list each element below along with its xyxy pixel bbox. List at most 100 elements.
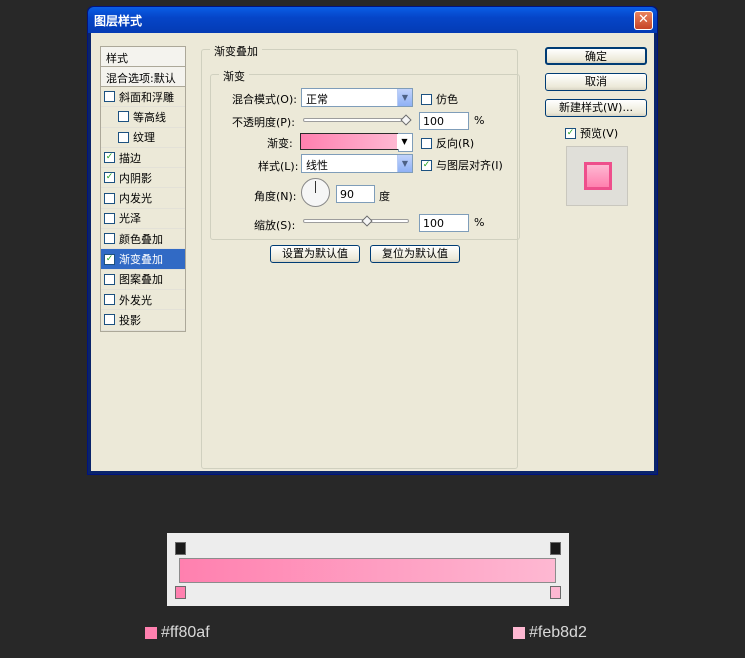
opacity-label: 不透明度(P): [232, 116, 295, 129]
angle-label: 角度(N): [254, 190, 297, 203]
checkbox-icon[interactable] [118, 111, 129, 123]
style-item[interactable]: ✓ 内阴影 [101, 168, 185, 189]
blend-options-item[interactable]: 混合选项:默认 [101, 67, 185, 87]
style-item-label: 描边 [119, 151, 141, 165]
style-item-label: 渐变叠加 [119, 253, 163, 267]
reverse-label: 反向(R) [436, 137, 475, 150]
style-item-label: 内发光 [119, 192, 152, 206]
scale-percent: % [474, 216, 485, 229]
blend-mode-value: 正常 [306, 93, 328, 106]
style-item-label: 斜面和浮雕 [119, 90, 174, 104]
style-item-label: 内阴影 [119, 171, 152, 185]
style-value: 线性 [306, 159, 328, 172]
gradient-editor-strip [167, 533, 569, 606]
scale-input[interactable]: 100 [419, 214, 469, 232]
style-preview [566, 146, 628, 206]
gradient-overlay-title: 渐变叠加 [210, 43, 262, 59]
checkbox-icon[interactable] [118, 131, 129, 143]
angle-input[interactable]: 90 [336, 185, 375, 203]
reverse-checkbox[interactable]: 反向(R) [421, 135, 474, 151]
style-item[interactable]: ✓ 描边 [101, 147, 185, 169]
checkbox-icon [421, 137, 432, 149]
color-stop-left[interactable] [175, 586, 186, 599]
gradient-swatch[interactable] [300, 133, 398, 150]
checkbox-checked-icon[interactable]: ✓ [104, 172, 115, 184]
close-button[interactable]: ✕ [634, 11, 653, 30]
dither-checkbox[interactable]: 仿色 [421, 91, 458, 107]
legend-end-color: #feb8d2 [513, 624, 587, 642]
style-item[interactable]: 外发光 [101, 289, 185, 311]
angle-dial[interactable] [301, 178, 330, 207]
chevron-down-icon: ▼ [397, 89, 412, 106]
end-color-swatch [513, 627, 525, 639]
style-item[interactable]: 颜色叠加 [101, 229, 185, 250]
style-item[interactable]: 投影 [101, 310, 185, 331]
end-color-label: #feb8d2 [529, 624, 587, 641]
style-item-label: 投影 [119, 313, 141, 327]
chevron-down-icon: ▼ [397, 155, 412, 172]
checkbox-icon [421, 93, 432, 105]
style-item[interactable]: ✓ 渐变叠加 [101, 249, 185, 270]
cancel-button[interactable]: 取消 [545, 73, 647, 91]
style-item[interactable]: 图案叠加 [101, 269, 185, 290]
title-bar[interactable]: 图层样式 ✕ [88, 7, 657, 33]
dialog-title: 图层样式 [94, 14, 143, 28]
gradient-subgroup-title: 渐变 [219, 68, 249, 84]
checkbox-icon[interactable] [104, 314, 115, 326]
checkbox-icon[interactable] [104, 91, 115, 103]
checkbox-checked-icon: ✓ [421, 159, 432, 171]
checkbox-icon[interactable] [104, 192, 115, 204]
style-item[interactable]: 内发光 [101, 188, 185, 209]
style-list: 样式 混合选项:默认 斜面和浮雕等高线纹理 ✓ 描边 ✓ 内阴影内发光光泽颜色叠加 ✓ 渐变… [100, 46, 186, 332]
style-item-label: 纹理 [133, 131, 155, 145]
preview-label: 预览(V) [580, 127, 619, 140]
checkbox-checked-icon: ✓ [565, 127, 576, 139]
align-layer-checkbox[interactable]: ✓ 与图层对齐(I) [421, 157, 503, 173]
style-item-label: 光泽 [119, 212, 141, 226]
style-item-label: 等高线 [133, 110, 166, 124]
ok-button[interactable]: 确定 [545, 47, 647, 65]
set-default-button[interactable]: 设置为默认值 [270, 245, 360, 263]
layer-style-dialog: 图层样式 ✕ 样式 混合选项:默认 斜面和浮雕等高线纹理 ✓ 描边 ✓ 内阴影内发光光泽… [87, 6, 658, 475]
checkbox-checked-icon[interactable]: ✓ [104, 152, 115, 164]
opacity-input[interactable]: 100 [419, 112, 469, 130]
align-layer-label: 与图层对齐(I) [436, 159, 503, 172]
angle-degree-unit: 度 [379, 190, 390, 203]
reset-default-button[interactable]: 复位为默认值 [370, 245, 460, 263]
start-color-label: #ff80af [161, 624, 210, 641]
new-style-button[interactable]: 新建样式(W)... [545, 99, 647, 117]
dither-label: 仿色 [436, 93, 458, 106]
blend-mode-select[interactable]: 正常 ▼ [301, 88, 413, 107]
scale-slider[interactable] [303, 219, 409, 223]
preview-checkbox[interactable]: ✓ 预览(V) [565, 125, 618, 141]
preview-swatch [584, 162, 612, 190]
style-item-label: 外发光 [119, 293, 152, 307]
gradient-bar [179, 558, 556, 583]
checkbox-checked-icon[interactable]: ✓ [104, 253, 115, 265]
style-item-label: 图案叠加 [119, 273, 163, 287]
scale-label: 缩放(S): [254, 219, 296, 232]
style-item[interactable]: 等高线 [101, 107, 185, 128]
chevron-down-icon: ▼ [397, 134, 412, 149]
dialog-client: 样式 混合选项:默认 斜面和浮雕等高线纹理 ✓ 描边 ✓ 内阴影内发光光泽颜色叠加 ✓ 渐变… [91, 33, 654, 471]
checkbox-icon[interactable] [104, 212, 115, 224]
style-item[interactable]: 斜面和浮雕 [101, 87, 185, 108]
color-stop-right[interactable] [550, 586, 561, 599]
style-select[interactable]: 线性 ▼ [301, 154, 413, 173]
gradient-label: 渐变: [267, 137, 293, 150]
checkbox-icon[interactable] [104, 233, 115, 245]
gradient-dropdown[interactable]: ▼ [397, 133, 413, 152]
style-item[interactable]: 光泽 [101, 208, 185, 230]
opacity-percent: % [474, 114, 485, 127]
styles-header[interactable]: 样式 [101, 47, 185, 67]
style-item[interactable]: 纹理 [101, 127, 185, 148]
legend-start-color: #ff80af [145, 624, 210, 642]
opacity-slider[interactable] [303, 118, 409, 122]
checkbox-icon[interactable] [104, 294, 115, 306]
checkbox-icon[interactable] [104, 273, 115, 285]
opacity-stop-right[interactable] [550, 542, 561, 555]
blend-mode-label: 混合模式(O): [232, 93, 297, 106]
style-label: 样式(L): [258, 160, 299, 173]
opacity-stop-left[interactable] [175, 542, 186, 555]
style-item-label: 颜色叠加 [119, 232, 163, 246]
